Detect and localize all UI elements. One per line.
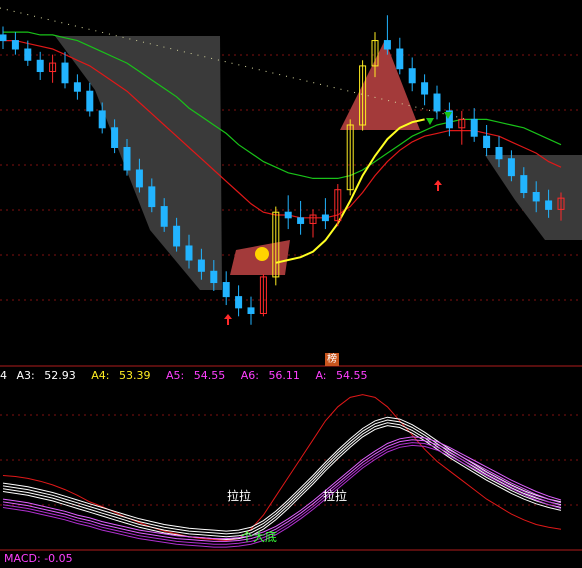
candle-body-38 (470, 118, 478, 137)
candle-body-18 (222, 282, 230, 298)
legend-a5: A5: 54.55 (166, 369, 231, 382)
candle-body-16 (197, 259, 205, 272)
smiley-icon (255, 247, 269, 261)
candle-body-14 (173, 225, 181, 247)
osc-magenta-line-2 (2, 442, 562, 545)
annotation-pull-1: 拉拉 (227, 489, 252, 503)
candle-body-34 (421, 82, 429, 95)
candle-body-39 (483, 135, 491, 148)
osc-magenta-line-0 (2, 436, 562, 540)
legend-a4: A4: 53.39 (91, 369, 156, 382)
kline-chart-window: 4 A3: 52.93 A4: 53.39 A5: 54.55 A6: 56.1… (0, 0, 582, 568)
candle-body-35 (433, 93, 441, 112)
zone-gray-1 (55, 36, 222, 290)
candle-body-33 (408, 68, 416, 84)
ranking-badge[interactable]: 榜 (325, 353, 339, 366)
annotation-pull-2: 拉拉 (323, 489, 348, 503)
candle-body-3 (36, 59, 44, 73)
legend-a3-value: 52.93 (44, 369, 76, 382)
legend-a6: A6: 56.11 (241, 369, 306, 382)
zone-red-2 (340, 40, 420, 130)
annotation-big-bottom: 个大底 (241, 530, 278, 544)
candle-body-0 (0, 34, 7, 42)
candle-body-44 (545, 200, 553, 210)
legend-a3-label: A3: (16, 369, 35, 382)
candle-body-1 (11, 40, 19, 50)
candle-body-42 (520, 175, 528, 194)
legend-a6-label: A6: (240, 369, 259, 382)
legend-a4-label: A4: (91, 369, 110, 382)
macd-readout: MACD: -0.05 (4, 552, 73, 565)
candle-body-43 (532, 192, 540, 202)
candle-body-17 (210, 270, 218, 284)
legend-a4-value: 53.39 (118, 369, 151, 382)
candle-body-40 (495, 146, 503, 160)
macd-label: MACD: (4, 552, 41, 565)
candle-body-6 (73, 82, 81, 92)
candle-body-15 (185, 245, 193, 261)
candle-body-8 (98, 110, 106, 129)
candle-body-10 (123, 146, 131, 171)
candle-body-26 (321, 214, 329, 222)
candle-body-19 (235, 296, 243, 309)
macd-value: -0.05 (44, 552, 73, 565)
legend-a3: A3: 52.93 (17, 369, 82, 382)
legend-a-label: A: (315, 369, 327, 382)
legend-a: A: 54.55 (315, 369, 373, 382)
candle-body-13 (160, 206, 168, 227)
candle-body-9 (111, 127, 119, 148)
candle-body-7 (86, 90, 94, 112)
candle-body-41 (507, 158, 515, 177)
candle-body-5 (61, 62, 69, 84)
osc-magenta-line-3 (2, 444, 562, 548)
legend-a5-value: 54.55 (193, 369, 226, 382)
chart-canvas[interactable] (0, 0, 582, 568)
candle-body-31 (383, 40, 391, 50)
candle-body-12 (148, 186, 156, 208)
candle-body-24 (297, 217, 305, 224)
indicator-legend: 4 A3: 52.93 A4: 53.39 A5: 54.55 A6: 56.1… (0, 369, 379, 382)
legend-prefix: 4 (0, 369, 7, 382)
legend-a-value: 54.55 (335, 369, 368, 382)
candle-body-23 (284, 211, 292, 219)
legend-a5-label: A5: (165, 369, 185, 382)
candle-body-20 (247, 307, 255, 314)
buy-arrow-1 (434, 180, 442, 191)
buy-arrow-0 (224, 314, 232, 325)
candle-body-11 (135, 169, 143, 188)
legend-a6-value: 56.11 (268, 369, 300, 382)
sell-arrow-0 (426, 118, 434, 125)
candle-body-2 (24, 48, 32, 61)
candle-body-32 (396, 48, 404, 70)
